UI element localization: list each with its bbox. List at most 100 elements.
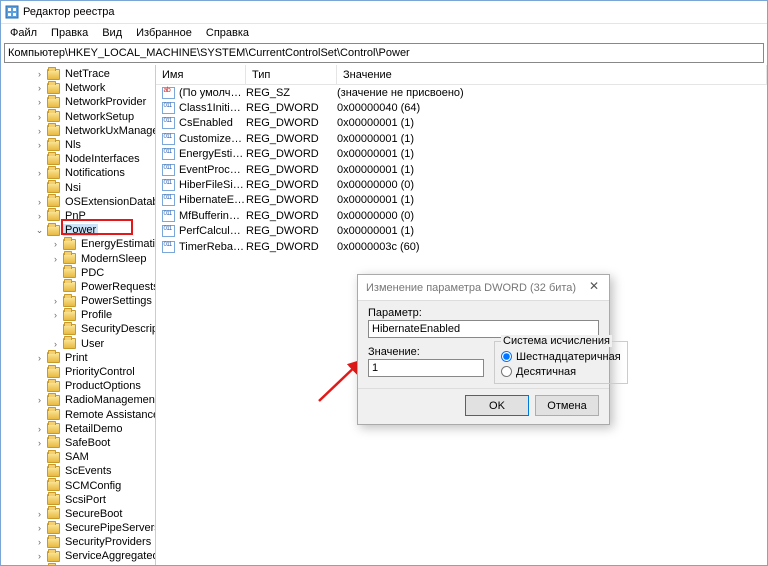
address-bar[interactable]: Компьютер\HKEY_LOCAL_MACHINE\SYSTEM\Curr… <box>4 43 764 63</box>
list-row[interactable]: CsEnabledREG_DWORD0x00000001 (1) <box>156 116 767 131</box>
tree-item[interactable]: ›OSExtensionDatabase <box>1 195 155 209</box>
edit-dword-dialog: Изменение параметра DWORD (32 бита) ✕ Па… <box>357 274 610 425</box>
tree-item[interactable]: ›Notifications <box>1 166 155 180</box>
tree-item[interactable]: › NetworkSetup <box>1 110 155 124</box>
tree-item[interactable]: ›RadioManagement <box>1 393 155 407</box>
tree-expand-icon[interactable]: › <box>51 310 60 320</box>
list-row[interactable]: (По умолчанию)REG_SZ(значение не присвое… <box>156 85 767 100</box>
tree-expand-icon[interactable]: › <box>35 168 44 178</box>
tree-item-label: NetworkSetup <box>63 111 136 123</box>
tree-item[interactable]: ›SafeBoot <box>1 436 155 450</box>
tree-item-label: PnP <box>63 210 88 222</box>
value-input[interactable] <box>368 359 484 377</box>
list-row[interactable]: CustomizeDurin...REG_DWORD0x00000001 (1) <box>156 131 767 146</box>
tree-item[interactable]: ›ModernSleep <box>1 251 155 265</box>
folder-icon <box>47 140 60 151</box>
tree-expand-icon[interactable]: › <box>35 197 44 207</box>
col-type[interactable]: Тип <box>246 65 337 84</box>
tree-item[interactable]: ›Print <box>1 351 155 365</box>
tree-expand-icon[interactable]: › <box>35 211 44 221</box>
tree-expand-icon[interactable]: › <box>35 537 44 547</box>
tree-expand-icon[interactable]: › <box>35 523 44 533</box>
tree-item[interactable]: ›ServiceAggregatedEvents <box>1 549 155 563</box>
tree-expand-icon[interactable]: ⌄ <box>35 225 44 236</box>
list-row[interactable]: HiberFileSizePer...REG_DWORD0x00000000 (… <box>156 177 767 192</box>
tree-item[interactable]: ›RetailDemo <box>1 422 155 436</box>
tree-item[interactable]: ⌄Power <box>1 223 155 237</box>
tree-item[interactable]: ›PowerSettings <box>1 294 155 308</box>
tree-item[interactable]: › PnP <box>1 209 155 223</box>
tree-item[interactable]: ServiceGroupOrder <box>1 564 155 565</box>
list-row[interactable]: TimerRebaseThr...REG_DWORD0x0000003c (60… <box>156 239 767 254</box>
tree-expand-icon[interactable]: › <box>51 339 60 349</box>
ok-button[interactable]: OK <box>465 395 529 416</box>
tree-expand-icon[interactable]: › <box>35 353 44 363</box>
menu-favorites[interactable]: Избранное <box>129 26 199 40</box>
col-value[interactable]: Значение <box>337 65 767 84</box>
menu-edit[interactable]: Правка <box>44 26 95 40</box>
tree-item[interactable]: ›SecureBoot <box>1 507 155 521</box>
list-row[interactable]: Class1InitialUnp...REG_DWORD0x00000040 (… <box>156 100 767 115</box>
tree-expand-icon[interactable]: › <box>35 438 44 448</box>
tree-item[interactable]: › NetworkUxManager <box>1 124 155 138</box>
list-row[interactable]: EventProcessorE...REG_DWORD0x00000001 (1… <box>156 162 767 177</box>
tree-item[interactable]: PDC <box>1 266 155 280</box>
tree-item[interactable]: SCMConfig <box>1 478 155 492</box>
tree-panel[interactable]: ›NetTrace›Network›NetworkProvider›Networ… <box>1 65 156 565</box>
value-type: REG_DWORD <box>246 148 337 160</box>
radio-hex-input[interactable] <box>501 351 512 362</box>
col-name[interactable]: Имя <box>156 65 246 84</box>
tree-item[interactable]: ProductOptions <box>1 379 155 393</box>
tree-item[interactable]: ›NetTrace <box>1 67 155 81</box>
tree-item[interactable]: Nsi <box>1 181 155 195</box>
tree-item[interactable]: ›NetworkProvider <box>1 95 155 109</box>
value-type-icon <box>160 117 176 129</box>
radio-dec[interactable]: Десятичная <box>501 364 621 379</box>
tree-item-label: NetworkUxManager <box>63 125 155 137</box>
tree-item[interactable]: › Nls <box>1 138 155 152</box>
tree-expand-icon[interactable]: › <box>35 97 44 107</box>
tree-expand-icon[interactable]: › <box>35 395 44 405</box>
tree-expand-icon[interactable]: › <box>35 140 44 150</box>
tree-expand-icon[interactable]: › <box>35 424 44 434</box>
tree-item[interactable]: ›SecurePipeServers <box>1 521 155 535</box>
tree-expand-icon[interactable]: › <box>35 83 44 93</box>
tree-expand-icon[interactable]: › <box>35 112 44 122</box>
tree-expand-icon[interactable]: › <box>51 239 60 249</box>
list-row[interactable]: PerfCalculateAc...REG_DWORD0x00000001 (1… <box>156 224 767 239</box>
tree-item[interactable]: Remote Assistance <box>1 408 155 422</box>
tree-item[interactable]: SAM <box>1 450 155 464</box>
tree-item[interactable]: ›EnergyEstimation <box>1 237 155 251</box>
menu-help[interactable]: Справка <box>199 26 256 40</box>
dialog-close-button[interactable]: ✕ <box>585 279 603 295</box>
menu-view[interactable]: Вид <box>95 26 129 40</box>
tree-expand-icon[interactable]: › <box>51 254 60 264</box>
value-data: 0x00000001 (1) <box>337 225 767 237</box>
value-name: Class1InitialUnp... <box>179 102 246 114</box>
tree-expand-icon[interactable]: › <box>51 296 60 306</box>
list-row[interactable]: HibernateEnabledREG_DWORD0x00000001 (1) <box>156 193 767 208</box>
tree-expand-icon[interactable]: › <box>35 69 44 79</box>
menu-file[interactable]: Файл <box>3 26 44 40</box>
radio-dec-input[interactable] <box>501 366 512 377</box>
tree-expand-icon[interactable]: › <box>35 551 44 561</box>
tree-item[interactable]: ScsiPort <box>1 493 155 507</box>
list-row[interactable]: EnergyEstimation...REG_DWORD0x00000001 (… <box>156 147 767 162</box>
tree-item[interactable]: NodeInterfaces <box>1 152 155 166</box>
cancel-button[interactable]: Отмена <box>535 395 599 416</box>
list-row[interactable]: MfBufferingThr...REG_DWORD0x00000000 (0) <box>156 208 767 223</box>
tree-item[interactable]: PriorityControl <box>1 365 155 379</box>
tree-item[interactable]: ›SecurityProviders <box>1 535 155 549</box>
tree-item[interactable]: ScEvents <box>1 464 155 478</box>
tree-item[interactable]: ›User <box>1 337 155 351</box>
tree-expand-icon[interactable]: › <box>35 509 44 519</box>
tree-expand-icon[interactable]: › <box>35 126 44 136</box>
tree-item[interactable]: SecurityDescriptors <box>1 322 155 336</box>
radio-hex[interactable]: Шестнадцатеричная <box>501 349 621 364</box>
tree-item[interactable]: ›Profile <box>1 308 155 322</box>
tree-item-label: Nls <box>63 139 83 151</box>
value-type: REG_DWORD <box>246 241 337 253</box>
tree-item[interactable]: ›Network <box>1 81 155 95</box>
tree-item[interactable]: PowerRequests <box>1 280 155 294</box>
value-data: 0x0000003c (60) <box>337 241 767 253</box>
